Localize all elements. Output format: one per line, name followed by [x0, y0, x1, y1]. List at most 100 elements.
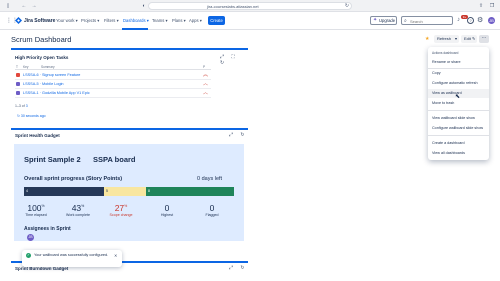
refresh-button[interactable]: Refresh ▾ — [434, 35, 459, 43]
user-avatar[interactable]: JB — [488, 17, 495, 24]
column-header-type[interactable]: T — [16, 65, 18, 69]
stat-label: Work complete — [66, 213, 90, 217]
edit-button[interactable]: Edit ✎ — [461, 35, 477, 43]
issue-link[interactable]: LSSSA-6 · Signup screen Feature — [23, 73, 80, 77]
app-switcher-icon[interactable]: ⋮⋮ — [6, 18, 18, 24]
stat-value: 0 — [164, 203, 170, 213]
stat-work-complete: 43% Work complete — [58, 203, 98, 217]
assignee-avatar[interactable]: JB — [27, 234, 34, 241]
nav-your-work[interactable]: Your work ▾ — [56, 18, 78, 23]
gadget-actions-icons[interactable]: ⤢ ↻ — [229, 265, 248, 271]
settings-icon[interactable]: ⚙ — [477, 16, 483, 24]
last-updated-link[interactable]: ↻ 30 seconds ago — [17, 114, 46, 118]
jira-logo-icon[interactable] — [15, 17, 22, 24]
address-bar[interactable]: jira-courseslabs.atlassian.net — [148, 2, 352, 10]
column-header-summary[interactable]: Summary — [41, 65, 55, 69]
chevron-down-icon: ▾ — [454, 36, 457, 41]
success-toast: ✓ Your wallboard was successfully config… — [22, 250, 122, 267]
high-priority-tasks-gadget: High Priority Open Tasks ⤢ ⛶ ↻ T Key Sum… — [11, 48, 248, 124]
menu-item-move-to-trash[interactable]: Move to trash — [428, 99, 489, 108]
stat-time-elapsed: 100% Time elapsed — [16, 203, 56, 217]
high-priority-icon: ︿ — [203, 81, 209, 87]
issue-link[interactable]: LSSSA-5 · Mobile Login — [23, 82, 64, 86]
url-text: jira-courseslabs.atlassian.net — [207, 4, 259, 9]
gadget-title: High Priority Open Tasks — [15, 55, 69, 60]
gadget-actions-icons[interactable]: ⤢ ↻ — [229, 132, 248, 138]
high-priority-icon: ︿ — [203, 90, 209, 96]
column-header-priority[interactable]: P — [203, 65, 205, 69]
share-icon[interactable]: ⇪ — [478, 3, 484, 9]
more-actions-button[interactable]: ··· — [479, 35, 489, 43]
stat-unit: % — [81, 204, 85, 209]
table-row[interactable]: LSSSA-6 · Signup screen Feature ︽ — [15, 71, 211, 80]
gadget-top-border — [11, 48, 248, 50]
stat-highest: 0 Highest — [147, 203, 187, 217]
table-row[interactable]: LSSSA-5 · Mobile Login ︿ — [15, 80, 211, 89]
search-input[interactable] — [410, 18, 450, 24]
stat-label: Time elapsed — [25, 213, 47, 217]
sprint-health-gadget: Sprint Health Gadget ⤢ ↻ Sprint Sample 2… — [11, 128, 248, 244]
page-title: Scrum Dashboard — [11, 35, 72, 44]
menu-item-view-all-dashboards[interactable]: View all dashboards — [428, 149, 489, 158]
overall-progress-title: Overall sprint progress (Story Points) — [24, 176, 123, 182]
stat-value: 100 — [27, 203, 42, 213]
menu-item-copy[interactable]: Copy — [428, 69, 489, 78]
nav-projects[interactable]: Projects ▾ — [81, 18, 99, 23]
check-icon: ✓ — [26, 253, 31, 258]
upgrade-icon: ✦ — [373, 17, 378, 23]
menu-item-rename-share[interactable]: Rename or share — [428, 58, 489, 67]
highest-priority-icon: ︽ — [203, 72, 209, 78]
nav-plans[interactable]: Plans ▾ — [172, 18, 186, 23]
menu-item-create-dashboard[interactable]: Create a dashboard — [428, 139, 489, 148]
progress-segment: 5 — [104, 187, 146, 196]
tabs-icon[interactable]: ❐ — [489, 3, 495, 9]
stat-value: 0 — [209, 203, 215, 213]
table-header: T Key Summary P — [15, 65, 211, 70]
stat-value: 27 — [114, 203, 125, 213]
back-icon[interactable]: ← — [21, 3, 27, 9]
browser-toolbar: ▯ ← → ◐ jira-courseslabs.atlassian.net ↻… — [0, 0, 500, 12]
menu-divider — [428, 110, 489, 111]
nav-dashboards[interactable]: Dashboards ▾ — [123, 18, 149, 23]
top-navigation: ⋮⋮ Jira Software Your work ▾ Projects ▾ … — [0, 12, 500, 30]
sprint-name: Sprint Sample 2 — [24, 155, 81, 164]
gadget-actions-icons[interactable]: ⤢ ⛶ ↻ — [220, 54, 248, 66]
stat-unit: % — [41, 204, 45, 209]
column-header-key[interactable]: Key — [23, 65, 29, 69]
board-name[interactable]: SSPA board — [93, 155, 136, 164]
menu-item-configure-slideshow[interactable]: Configure wallboard slide show — [428, 124, 489, 133]
sprint-health-panel: Sprint Sample 2 SSPA board Overall sprin… — [14, 144, 244, 241]
create-button[interactable]: Create — [208, 16, 225, 25]
help-icon[interactable]: ? — [467, 17, 474, 24]
assignees-title: Assignees in Sprint — [24, 226, 71, 232]
nav-teams[interactable]: Teams ▾ — [152, 18, 168, 23]
sprint-progress-bar: 458 — [24, 187, 234, 196]
menu-item-auto-refresh[interactable]: Configure automatic refresh — [428, 79, 489, 88]
gadget-title: Sprint Health Gadget — [15, 133, 60, 138]
pagination: 1–3 of 3 — [15, 104, 28, 108]
stat-label: Flagged — [205, 213, 219, 217]
mouse-pointer-icon: ⬉ — [455, 94, 461, 100]
days-left: 0 days left — [197, 176, 223, 182]
upgrade-button[interactable]: ✦ Upgrade — [370, 16, 397, 25]
issue-link[interactable]: LSSSA-1 · Godzilla Mobile App V1 Epic — [23, 91, 90, 95]
epic-icon — [16, 91, 20, 95]
active-nav-indicator — [122, 28, 148, 30]
table-row[interactable]: LSSSA-1 · Godzilla Mobile App V1 Epic ︿ — [15, 89, 211, 98]
close-icon[interactable]: ✕ — [114, 253, 117, 258]
star-icon[interactable]: ★ — [425, 36, 429, 42]
menu-item-wallboard-slideshow[interactable]: View wallboard slide show — [428, 114, 489, 123]
app-title[interactable]: Jira Software — [24, 18, 55, 24]
reload-icon[interactable]: ↻ — [344, 3, 350, 9]
pagination-total-link[interactable]: 3 — [26, 104, 28, 108]
stat-unit: % — [124, 204, 128, 209]
stat-scope-change: 27% Scope change — [101, 203, 141, 217]
nav-apps[interactable]: Apps ▾ — [189, 18, 202, 23]
sidebar-toggle-icon[interactable]: ▯ — [5, 3, 11, 9]
stat-flagged: 0 Flagged — [192, 203, 232, 217]
menu-divider — [428, 135, 489, 136]
shield-icon: ◐ — [142, 3, 146, 9]
search-box[interactable]: ⌕ — [401, 16, 453, 25]
nav-filters[interactable]: Filters ▾ — [104, 18, 119, 23]
forward-icon[interactable]: → — [31, 3, 37, 9]
